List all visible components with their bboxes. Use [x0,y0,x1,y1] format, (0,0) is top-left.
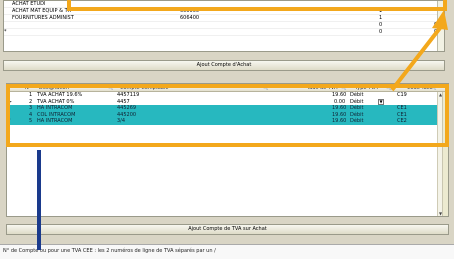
pointer-annotation [37,150,41,250]
side-strip [442,92,448,216]
row-marker [4,22,9,29]
vat-type-cell[interactable]: Débit [350,118,363,125]
arrow-annotation [390,10,448,92]
search-icon[interactable]: 🔍︎ [107,84,113,92]
add-vat-account-button[interactable]: Ajout Compte de TVA sur Achat [6,224,449,235]
dropdown-arrow-icon[interactable]: ▼ [378,98,384,105]
header-vat-type[interactable]: Type TVA [355,84,378,92]
app-window: ACHAT ETUDI ACHAT MAT EQUIP & TX 605000 … [0,0,454,259]
table-row[interactable]: 0 0 [4,22,444,29]
purchase-accounts-grid: ACHAT ETUDI ACHAT MAT EQUIP & TX 605000 … [3,0,445,52]
account-cell[interactable]: 605000 [180,8,260,15]
row-marker: * [8,118,11,124]
row-marker: * [4,29,7,35]
vat-accounts-grid: N° Désignation 🔍︎ Compte Comptable 🔍︎ Ta… [6,83,449,217]
account-cell[interactable]: 606400 [180,15,260,22]
row-marker [4,15,9,22]
vat-rate-cell[interactable]: 19.60 [332,118,346,125]
table-row[interactable]: ACHAT MAT EQUIP & TX 605000 1 [4,8,444,15]
row-marker [4,8,9,15]
designation-cell[interactable]: HA INTRACOM [37,118,72,125]
designation-cell[interactable]: ACHAT MAT EQUIP & TX [12,8,112,15]
header-account[interactable]: Compte Comptable [120,84,168,92]
row-marker [4,1,9,8]
header-vat-rate[interactable]: Taux de TVA [307,84,337,92]
search-icon[interactable]: 🔍︎ [340,84,346,92]
table-row[interactable]: * 5 HA INTRACOM 3/4 19.60 Débit CE2 [7,118,448,125]
tax-code-cell[interactable]: CE2 [397,118,407,125]
status-bar: N° de Compte ou pour une TVA CEE : les 2… [0,244,454,259]
header-designation[interactable]: Désignation [39,84,69,92]
header-num[interactable]: N° [25,84,31,92]
designation-cell[interactable]: ACHAT ETUDI [12,1,112,8]
num-cell[interactable]: 5 [29,118,32,125]
designation-cell[interactable]: FOURNITURES ADMINIST [12,15,112,22]
table-row[interactable]: * 0 0 [4,29,444,36]
add-purchase-account-button[interactable]: Ajout Compte d'Achat [3,60,445,71]
account-cell[interactable]: 3/4 [117,118,125,125]
search-icon[interactable]: 🔍︎ [262,84,268,92]
table-row[interactable]: FOURNITURES ADMINIST 606400 1 [4,15,444,22]
table-row[interactable]: ACHAT ETUDI [4,1,444,8]
